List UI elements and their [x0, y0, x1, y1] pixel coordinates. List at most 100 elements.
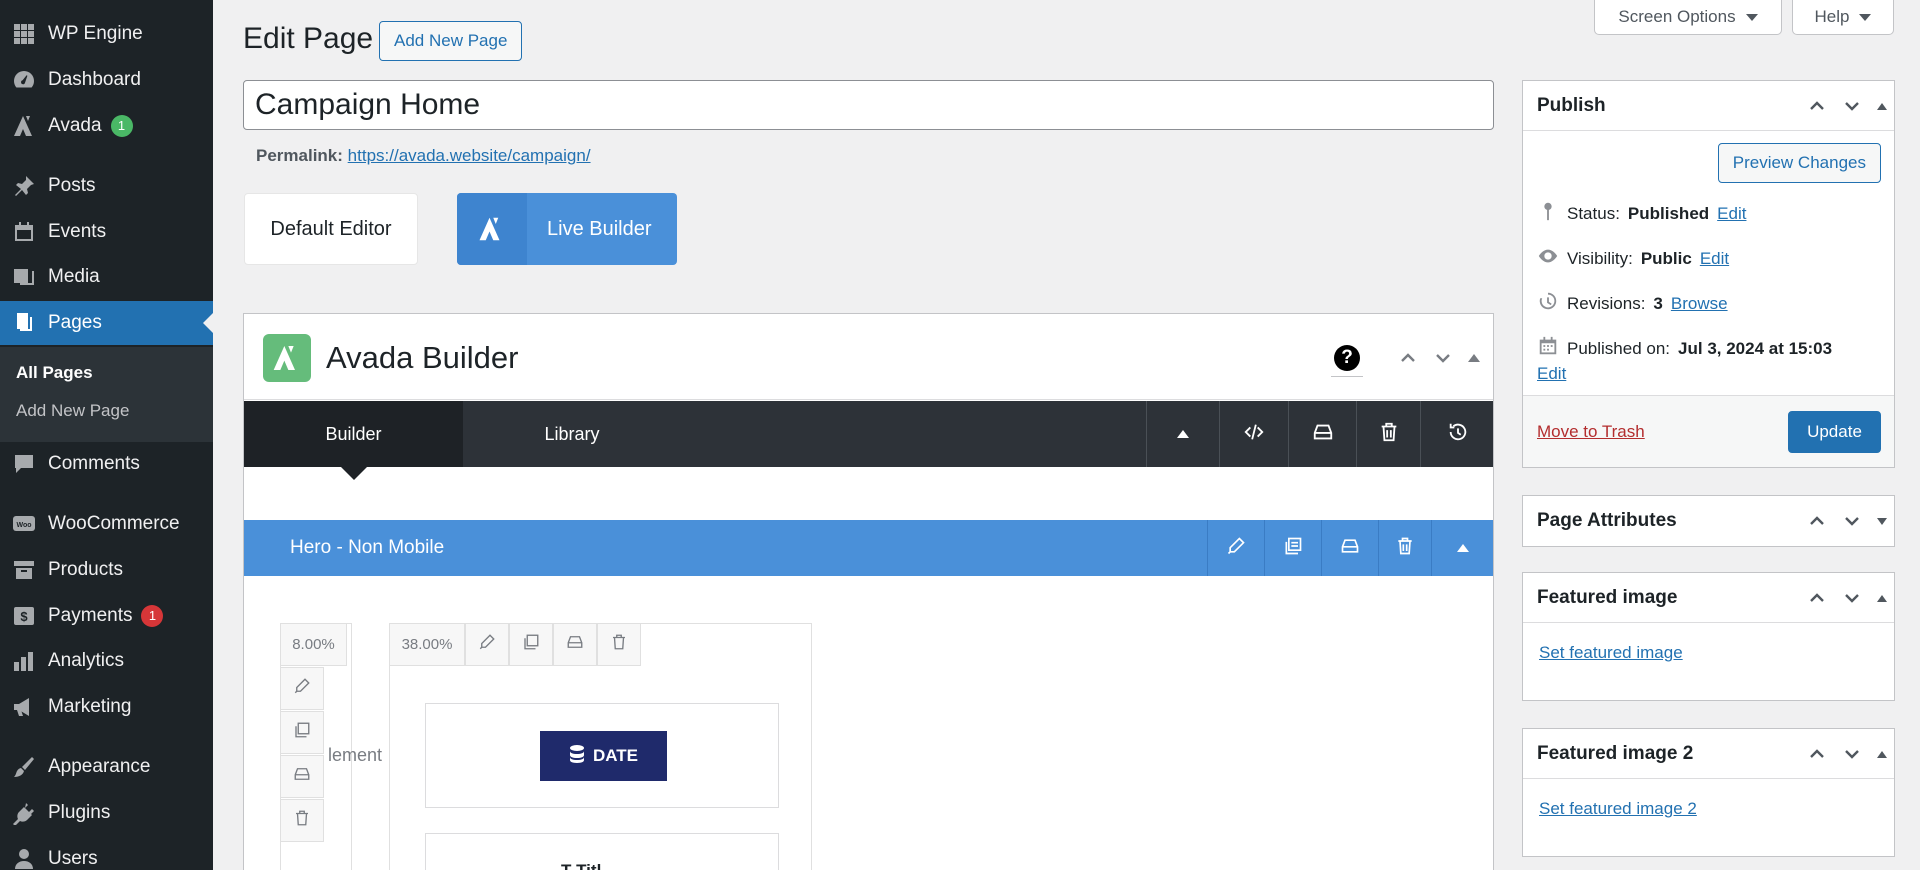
edit-date-link[interactable]: Edit — [1537, 364, 1566, 384]
move-down-icon[interactable] — [1834, 81, 1869, 131]
sidebar-item-users[interactable]: Users — [0, 837, 213, 870]
tab-builder[interactable]: Builder — [244, 401, 463, 480]
notification-badge: 1 — [141, 605, 164, 627]
move-down-icon[interactable] — [1834, 729, 1869, 779]
caret-up-icon — [1468, 354, 1480, 362]
screen-options-button[interactable]: Screen Options — [1594, 0, 1782, 35]
collapse-toggle[interactable] — [1869, 496, 1894, 546]
move-up-icon[interactable] — [1799, 81, 1834, 131]
save-template-button[interactable] — [1288, 401, 1356, 467]
sidebar-item-pages[interactable]: Pages — [0, 301, 213, 345]
move-down-icon[interactable] — [1834, 496, 1869, 546]
collapse-toggle[interactable] — [1464, 348, 1484, 368]
sidebar-item-label: Pages — [48, 312, 102, 333]
clone-container-button[interactable] — [1264, 520, 1321, 576]
collapse-toggle[interactable] — [1869, 729, 1894, 779]
page-title: Edit Page — [243, 22, 374, 55]
edit-container-button[interactable] — [1207, 520, 1264, 576]
sidebar-item-posts[interactable]: Posts — [0, 164, 213, 208]
column-width-label[interactable]: 38.00% — [389, 623, 465, 666]
preview-changes-button[interactable]: Preview Changes — [1717, 143, 1881, 183]
calendar-icon — [1537, 335, 1559, 362]
sidebar-item-events[interactable]: Events — [0, 210, 213, 254]
permalink-url[interactable]: https://avada.website/campaign/ — [348, 146, 591, 165]
publish-title: Publish — [1537, 94, 1606, 116]
edit-visibility-link[interactable]: Edit — [1700, 249, 1729, 269]
sidebar-item-products[interactable]: Products — [0, 548, 213, 592]
sidebar-item-label: Posts — [48, 175, 96, 196]
delete-column-button[interactable] — [597, 623, 641, 666]
move-up-icon[interactable] — [1393, 343, 1423, 373]
column-width-label[interactable]: 8.00% — [280, 623, 347, 666]
dashboard-icon — [0, 68, 48, 92]
title-element[interactable] — [425, 833, 779, 870]
sidebar-item-label: Comments — [48, 453, 140, 474]
edit-column-button[interactable] — [465, 623, 509, 666]
clone-column-button[interactable] — [509, 623, 553, 666]
browse-revisions-link[interactable]: Browse — [1671, 294, 1728, 314]
sidebar-item-dashboard[interactable]: Dashboard — [0, 58, 213, 102]
featured-image-2-header: Featured image 2 — [1523, 729, 1894, 779]
move-up-icon[interactable] — [1799, 573, 1834, 623]
sidebar-item-woocommerce[interactable]: Woo WooCommerce — [0, 502, 213, 546]
collapse-toggle[interactable] — [1869, 573, 1894, 623]
help-label: Help — [1814, 7, 1850, 26]
live-builder-button[interactable]: Live Builder — [457, 193, 677, 265]
edit-column-button[interactable] — [280, 667, 324, 710]
avada-logo — [263, 334, 311, 382]
sidebar-item-appearance[interactable]: Appearance — [0, 745, 213, 789]
post-title-input[interactable] — [243, 80, 1494, 130]
container-bar[interactable]: Hero - Non Mobile — [244, 520, 1493, 576]
set-featured-image-2-link[interactable]: Set featured image 2 — [1539, 799, 1697, 819]
delete-container-button[interactable] — [1378, 520, 1431, 576]
move-down-icon[interactable] — [1428, 343, 1458, 373]
featured-image-2-box: Featured image 2 Set featured image 2 — [1522, 728, 1895, 857]
update-button[interactable]: Update — [1788, 411, 1881, 453]
set-featured-image-link[interactable]: Set featured image — [1539, 643, 1683, 663]
toggle-all-button[interactable] — [1146, 401, 1219, 467]
edit-status-link[interactable]: Edit — [1717, 204, 1746, 224]
sidebar-item-media[interactable]: Media — [0, 255, 213, 299]
default-editor-button[interactable]: Default Editor — [244, 193, 418, 265]
permalink-label: Permalink: — [256, 146, 343, 165]
help-icon[interactable]: ? — [1334, 345, 1360, 371]
move-up-icon[interactable] — [1799, 729, 1834, 779]
sidebar-item-marketing[interactable]: Marketing — [0, 685, 213, 729]
delete-column-button[interactable] — [280, 799, 324, 842]
archive-icon — [0, 558, 48, 582]
date-element[interactable]: DATE — [425, 703, 779, 808]
tab-label: Library — [544, 423, 600, 444]
sidebar-item-analytics[interactable]: Analytics — [0, 639, 213, 683]
add-element-ghost[interactable]: lement — [328, 745, 382, 766]
brush-icon — [0, 755, 48, 779]
submenu-all-pages[interactable]: All Pages — [16, 363, 93, 383]
add-new-page-button[interactable]: Add New Page — [379, 21, 523, 61]
submenu-add-new-page[interactable]: Add New Page — [16, 401, 129, 421]
tray-icon — [293, 765, 311, 788]
help-button[interactable]: Help — [1792, 0, 1894, 35]
history-button[interactable] — [1420, 401, 1494, 467]
move-to-trash-link[interactable]: Move to Trash — [1537, 422, 1645, 442]
sidebar-item-avada[interactable]: Avada 1 — [0, 104, 213, 148]
save-container-button[interactable] — [1321, 520, 1378, 576]
copy-icon — [522, 633, 540, 656]
collapse-toggle[interactable] — [1869, 81, 1894, 131]
move-up-icon[interactable] — [1799, 496, 1834, 546]
visibility-row: Visibility: Public Edit — [1537, 245, 1729, 272]
featured-image-2-title: Featured image 2 — [1537, 742, 1694, 764]
code-view-button[interactable] — [1219, 401, 1288, 467]
sidebar-item-wp-engine[interactable]: WP Engine — [0, 12, 213, 56]
delete-all-button[interactable] — [1356, 401, 1420, 467]
save-column-button[interactable] — [553, 623, 597, 666]
save-column-button[interactable] — [280, 755, 324, 798]
tab-library[interactable]: Library — [463, 401, 681, 467]
sidebar-item-comments[interactable]: Comments — [0, 442, 213, 486]
publish-box: Publish Preview Changes Status: Publishe… — [1522, 80, 1895, 468]
move-down-icon[interactable] — [1834, 573, 1869, 623]
collapse-container-button[interactable] — [1431, 520, 1493, 576]
sidebar-item-payments[interactable]: $ Payments 1 — [0, 594, 213, 638]
clone-column-button[interactable] — [280, 711, 324, 754]
page-attributes-header[interactable]: Page Attributes — [1523, 496, 1894, 546]
sidebar-item-plugins[interactable]: Plugins — [0, 791, 213, 835]
sidebar-item-label: Appearance — [48, 756, 151, 777]
